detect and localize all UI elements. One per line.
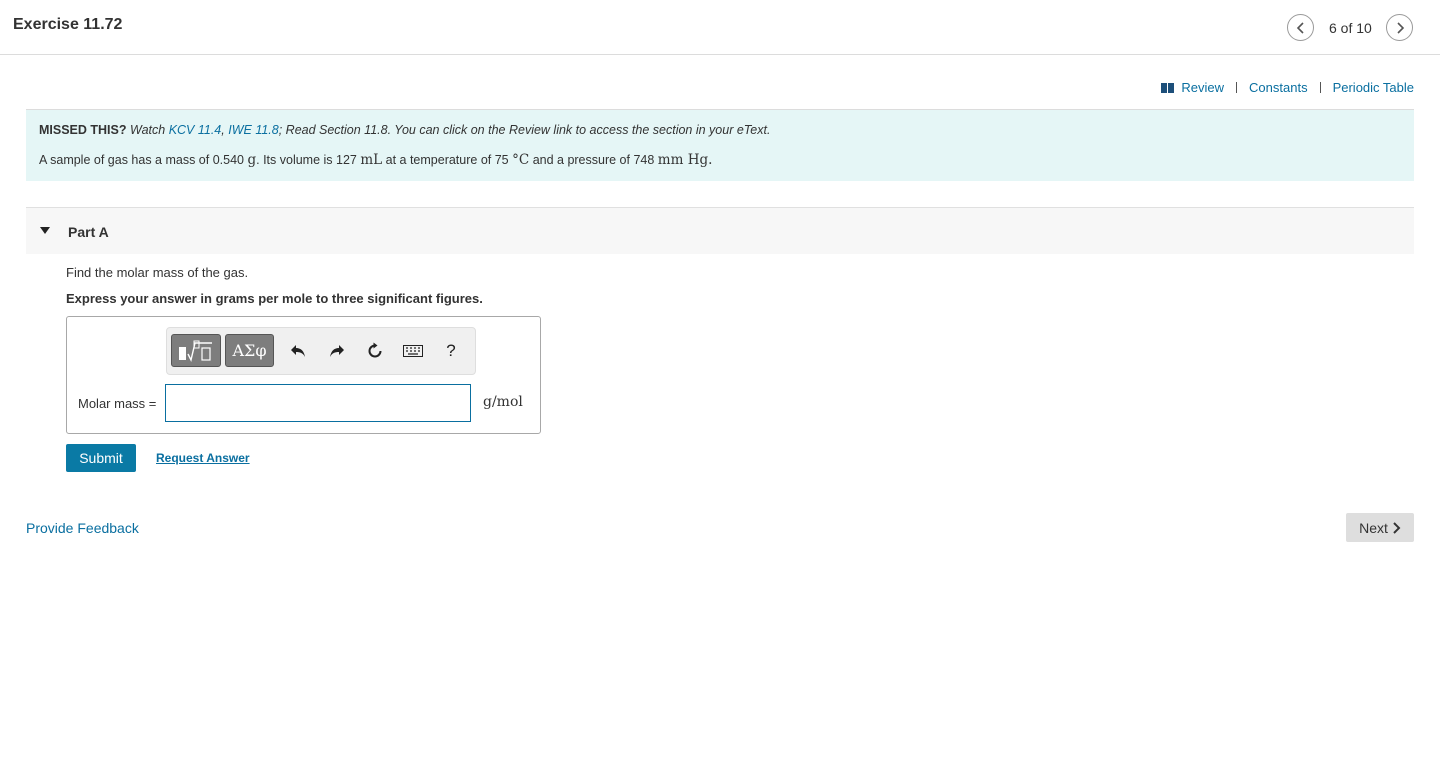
problem-text: . (708, 152, 713, 168)
answer-label: Molar mass = (78, 396, 157, 411)
problem-text: and a pressure of 748 (532, 153, 655, 167)
chevron-right-icon (1393, 521, 1401, 534)
redo-icon[interactable] (326, 340, 348, 362)
keyboard-icon[interactable] (402, 340, 424, 362)
review-link[interactable]: Review (1161, 80, 1224, 95)
divider (1319, 82, 1321, 93)
provide-feedback-link[interactable]: Provide Feedback (26, 520, 139, 536)
next-label: Next (1359, 519, 1388, 536)
answer-unit: g/mol (483, 394, 523, 410)
part-a-header[interactable]: Part A (26, 207, 1414, 254)
next-button[interactable]: Next (1346, 513, 1414, 542)
help-button[interactable]: ? (440, 340, 462, 362)
problem-text: A sample of gas has a mass of 0.540 (39, 153, 244, 167)
missed-this-text: MISSED THIS? Watch KCV 11.4, IWE 11.8; R… (39, 123, 1401, 138)
exercise-position: 6 of 10 (1329, 20, 1372, 36)
math-toolbar: ΑΣφ ? (166, 327, 476, 375)
instruction-text: Express your answer in grams per mole to… (66, 291, 483, 306)
page-title: Exercise 11.72 (13, 16, 123, 33)
problem-text: . Its volume is 127 (256, 153, 357, 167)
read-section-text: ; Read Section 11.8. You can click on th… (278, 123, 771, 137)
constants-link[interactable]: Constants (1249, 80, 1308, 95)
templates-icon (179, 340, 212, 362)
part-title: Part A (68, 224, 109, 240)
next-exercise-button[interactable] (1386, 14, 1413, 41)
kcv-link[interactable]: KCV 11.4 (169, 123, 222, 137)
mass-unit: g (247, 152, 257, 168)
question-text: Find the molar mass of the gas. (66, 265, 249, 280)
resource-links: Review Constants Periodic Table (1161, 80, 1414, 95)
periodic-table-link[interactable]: Periodic Table (1333, 80, 1414, 95)
previous-exercise-button[interactable] (1287, 14, 1314, 41)
problem-text: at a temperature of 75 (385, 153, 509, 167)
templates-button[interactable] (171, 334, 221, 367)
volume-unit: mL (360, 152, 383, 168)
problem-statement: A sample of gas has a mass of 0.540 g. I… (39, 152, 1401, 168)
missed-label: MISSED THIS? (39, 123, 127, 137)
header: Exercise 11.72 6 of 10 (0, 0, 1440, 55)
submit-button[interactable]: Submit (66, 444, 136, 472)
comma-text: , (221, 123, 225, 137)
answer-area: ΑΣφ ? Molar mass = g/mol (66, 316, 541, 434)
reset-icon[interactable] (364, 340, 386, 362)
temperature-unit: °C (512, 152, 530, 168)
iwe-link[interactable]: IWE 11.8 (228, 123, 278, 137)
chevron-left-icon (1296, 21, 1304, 34)
watch-text: Watch (130, 123, 166, 137)
missed-this-panel: MISSED THIS? Watch KCV 11.4, IWE 11.8; R… (26, 110, 1414, 181)
molar-mass-input[interactable] (165, 384, 471, 422)
caret-down-icon[interactable] (40, 227, 50, 234)
review-label: Review (1181, 80, 1225, 95)
undo-icon[interactable] (287, 340, 309, 362)
divider (1236, 82, 1238, 93)
book-icon (1161, 82, 1175, 93)
request-answer-link[interactable]: Request Answer (156, 451, 250, 465)
chevron-right-icon (1396, 21, 1404, 34)
greek-symbols-button[interactable]: ΑΣφ (225, 334, 274, 367)
pressure-unit: mm Hg (657, 152, 709, 168)
